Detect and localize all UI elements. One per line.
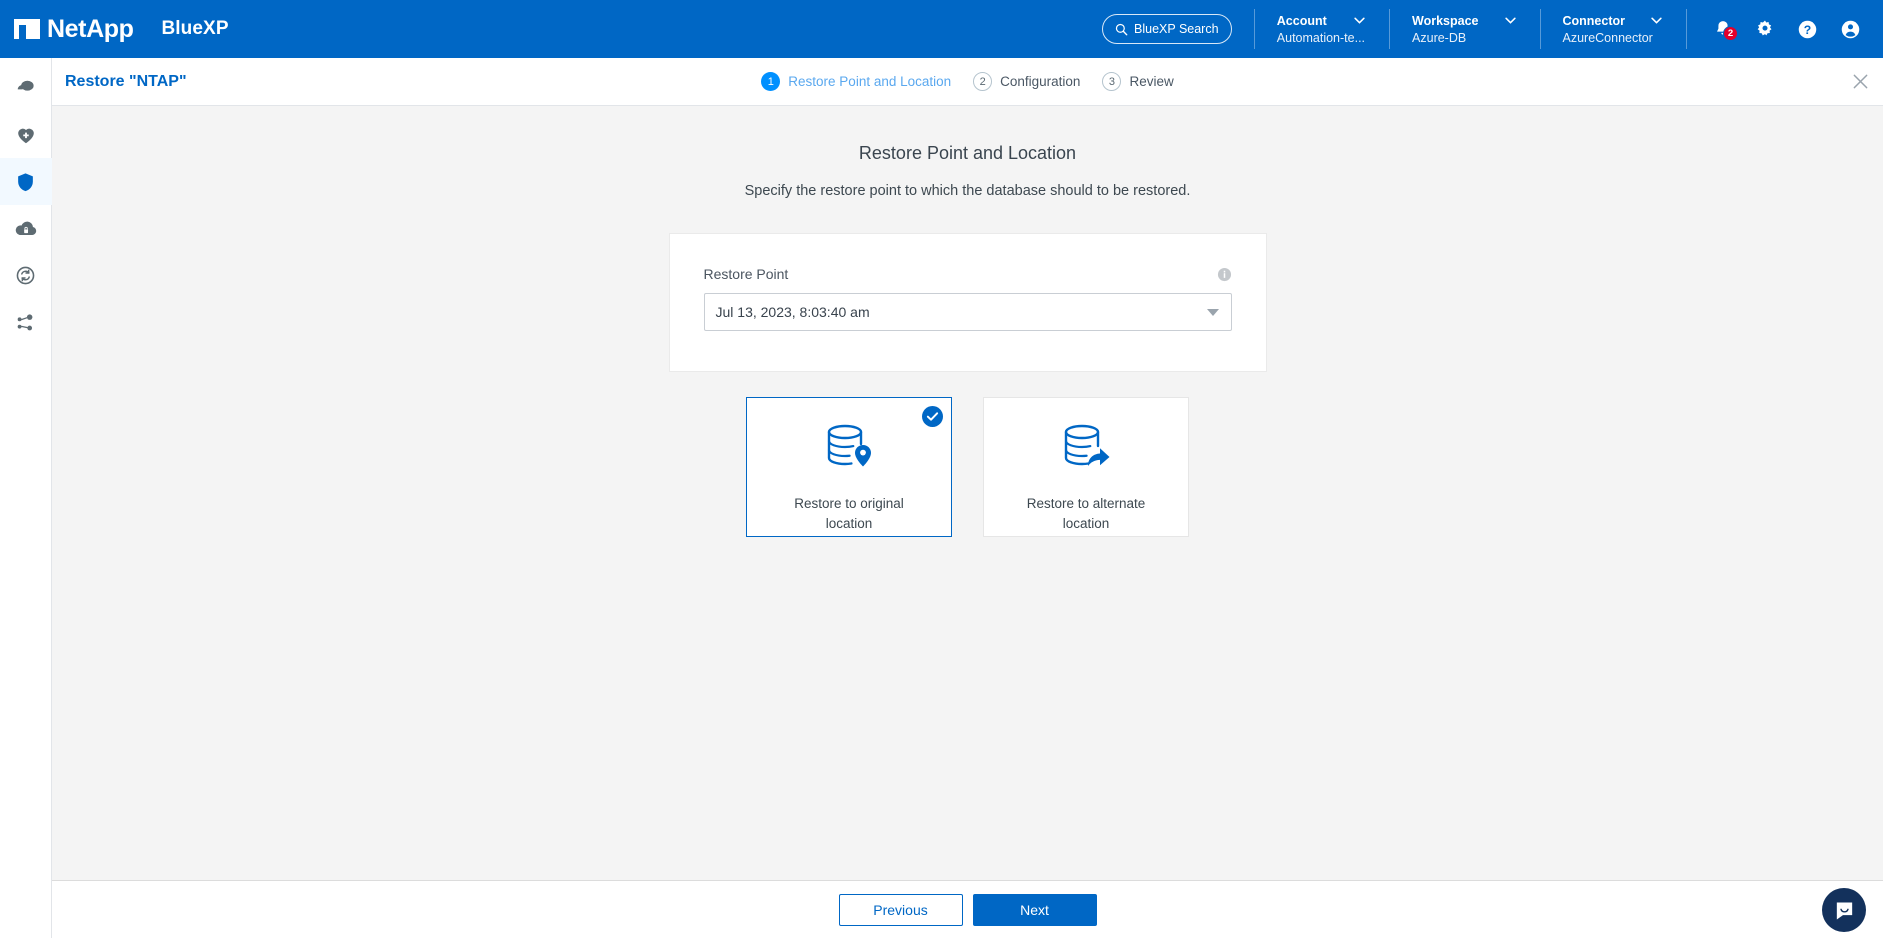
netapp-mark-icon xyxy=(14,19,40,39)
sidebar-item-canvas[interactable] xyxy=(0,64,52,111)
info-icon[interactable] xyxy=(1217,267,1232,282)
step-1-label: Restore Point and Location xyxy=(788,74,952,89)
protection-shield-icon xyxy=(18,172,33,191)
search-icon xyxy=(1115,23,1128,35)
step-configuration[interactable]: 2 Configuration xyxy=(973,72,1080,91)
bluexp-search-button[interactable]: BlueXP Search xyxy=(1101,14,1232,44)
canvas-icon xyxy=(17,80,34,91)
account-selector-value: Automation-te... xyxy=(1276,30,1366,45)
search-label: BlueXP Search xyxy=(1134,22,1219,36)
step-restore-point-and-location[interactable]: 1 Restore Point and Location xyxy=(761,72,951,91)
extensions-nodes-icon xyxy=(17,313,32,330)
selected-check-badge xyxy=(922,406,943,427)
connector-selector[interactable]: Connector AzureConnector xyxy=(1539,9,1687,49)
governance-lock-cloud-icon xyxy=(15,221,36,235)
restore-point-label-row: Restore Point xyxy=(704,266,1232,282)
content-title: Restore Point and Location xyxy=(858,143,1077,163)
notifications-button[interactable]: 2 xyxy=(1713,19,1738,41)
wizard-step-indicator: 1 Restore Point and Location 2 Configura… xyxy=(52,72,1883,91)
restore-original-location-label: Restore to original location xyxy=(794,496,904,531)
svg-text:?: ? xyxy=(1804,22,1811,36)
check-icon xyxy=(926,412,939,421)
restore-point-card: Restore Point Jul 13, 2023, 8:03:40 am xyxy=(668,233,1267,372)
chat-widget-button[interactable] xyxy=(1822,888,1866,932)
restore-point-selected-value: Jul 13, 2023, 8:03:40 am xyxy=(715,304,870,320)
next-button[interactable]: Next xyxy=(972,893,1097,926)
sidebar-item-protection[interactable] xyxy=(0,158,52,205)
chevron-down-icon xyxy=(1504,17,1516,24)
sidebar-item-governance[interactable] xyxy=(0,205,52,252)
restore-alternate-location-label: Restore to alternate location xyxy=(1026,496,1146,531)
restore-point-dropdown[interactable]: Jul 13, 2023, 8:03:40 am xyxy=(703,293,1232,331)
step-3-label: Review xyxy=(1129,74,1174,89)
health-heart-icon xyxy=(17,128,34,143)
previous-button[interactable]: Previous xyxy=(838,893,963,926)
help-button[interactable]: ? xyxy=(1797,19,1818,40)
restore-to-alternate-location-tile[interactable]: Restore to alternate location xyxy=(983,397,1189,537)
notification-count-badge: 2 xyxy=(1723,26,1738,41)
header-right-group: BlueXP Search Account Automation-te... W… xyxy=(1101,0,1883,58)
help-question-icon: ? xyxy=(1798,20,1817,38)
netapp-logo[interactable]: NetApp xyxy=(14,14,134,44)
step-2-label: Configuration xyxy=(1000,74,1081,89)
account-selector-label: Account xyxy=(1276,13,1327,28)
workspace-selector[interactable]: Workspace Azure-DB xyxy=(1389,9,1539,49)
database-arrow-icon xyxy=(1064,424,1110,466)
chat-bubble-icon xyxy=(1836,901,1852,920)
netapp-wordmark: NetApp xyxy=(47,14,134,43)
top-header-bar: NetApp BlueXP BlueXP Search Account Auto… xyxy=(0,0,1883,58)
sidebar-item-mobility[interactable] xyxy=(0,252,52,299)
step-1-number: 1 xyxy=(761,72,781,91)
header-icon-group: 2 ? xyxy=(1686,9,1883,49)
info-circle-icon xyxy=(1217,267,1231,281)
content-subtitle: Specify the restore point to which the d… xyxy=(744,183,1191,199)
database-pin-icon xyxy=(827,424,871,467)
brand-area: NetApp BlueXP xyxy=(0,15,229,44)
restore-to-original-location-tile[interactable]: Restore to original location xyxy=(746,397,952,537)
connector-selector-value: AzureConnector xyxy=(1562,30,1653,45)
main-content-area: Restore Point and Location Specify the r… xyxy=(52,106,1883,880)
chevron-down-icon xyxy=(1206,308,1219,316)
account-selector[interactable]: Account Automation-te... xyxy=(1253,9,1389,49)
wizard-header: Restore "NTAP" 1 Restore Point and Locat… xyxy=(52,58,1883,106)
sidebar-item-extensions[interactable] xyxy=(0,299,52,346)
left-nav-rail xyxy=(0,58,52,938)
user-account-button[interactable] xyxy=(1840,19,1861,40)
step-review[interactable]: 3 Review xyxy=(1102,72,1174,91)
workspace-selector-label: Workspace xyxy=(1412,13,1479,28)
sidebar-item-health[interactable] xyxy=(0,111,52,158)
chevron-down-icon xyxy=(1354,17,1365,24)
mobility-sync-icon xyxy=(16,266,35,285)
settings-gear-icon xyxy=(1757,20,1772,36)
workspace-selector-value: Azure-DB xyxy=(1412,30,1467,45)
user-account-icon xyxy=(1841,20,1860,38)
settings-button[interactable] xyxy=(1755,19,1775,39)
chevron-down-icon xyxy=(1651,17,1662,24)
step-3-number: 3 xyxy=(1102,72,1122,91)
step-2-number: 2 xyxy=(973,72,993,91)
bluexp-wordmark: BlueXP xyxy=(161,18,229,39)
restore-point-label: Restore Point xyxy=(703,266,789,282)
connector-selector-label: Connector xyxy=(1562,13,1626,28)
location-tile-group: Restore to original location Restore to … xyxy=(52,397,1883,537)
wizard-footer: Previous Next xyxy=(52,880,1883,938)
